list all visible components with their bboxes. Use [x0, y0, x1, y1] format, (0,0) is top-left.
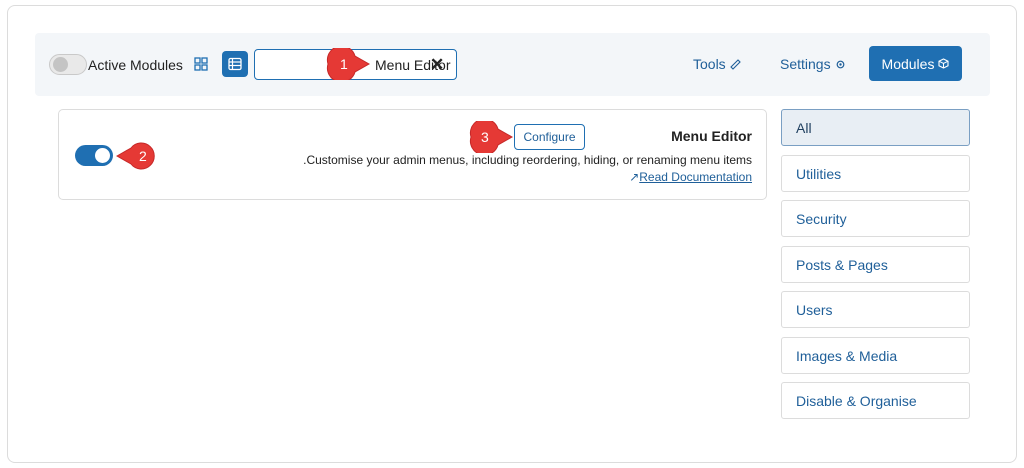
category-security[interactable]: Security — [781, 200, 970, 237]
modules-label: Modules — [881, 55, 935, 72]
list-icon — [228, 57, 242, 71]
settings-label: Settings — [780, 56, 831, 72]
callout-1: 1 — [340, 56, 348, 72]
active-modules-label: Active Modules — [88, 57, 183, 73]
callout-2: 2 — [139, 148, 147, 164]
category-images-media[interactable]: Images & Media — [781, 337, 970, 374]
category-disable-organise[interactable]: Disable & Organise — [781, 382, 970, 419]
configure-button[interactable]: Configure — [514, 124, 585, 150]
tools-label: Tools — [693, 56, 726, 72]
toggle-knob — [53, 57, 68, 72]
module-card: Menu Editor Configure .Customise your ad… — [58, 109, 767, 200]
callout-arrow-icon — [326, 48, 371, 80]
module-enable-toggle[interactable] — [75, 145, 113, 166]
settings-link[interactable]: Settings — [780, 56, 846, 72]
grid-view-button[interactable] — [188, 51, 214, 77]
tools-link[interactable]: Tools — [693, 56, 741, 72]
category-utilities[interactable]: Utilities — [781, 155, 970, 192]
module-title: Menu Editor — [671, 128, 752, 144]
close-icon[interactable]: ✕ — [430, 55, 444, 75]
callout-arrow-icon — [469, 121, 514, 153]
grid-icon — [194, 57, 208, 71]
list-view-button[interactable] — [222, 51, 248, 77]
doc-link-label: Read Documentation — [639, 170, 752, 184]
cube-icon — [938, 58, 950, 69]
category-users[interactable]: Users — [781, 291, 970, 328]
callout-3: 3 — [481, 129, 489, 145]
toggle-knob — [95, 148, 110, 163]
category-all[interactable]: All — [781, 109, 970, 146]
gear-icon — [836, 60, 844, 68]
modules-button[interactable]: Modules — [869, 46, 962, 81]
external-link-icon: ↗ — [629, 170, 640, 184]
category-posts-pages[interactable]: Posts & Pages — [781, 246, 970, 283]
active-modules-toggle[interactable] — [49, 54, 87, 75]
module-description: .Customise your admin menus, including r… — [303, 153, 752, 167]
wrench-icon — [729, 58, 741, 70]
read-documentation-link[interactable]: ↗Read Documentation — [629, 170, 752, 184]
